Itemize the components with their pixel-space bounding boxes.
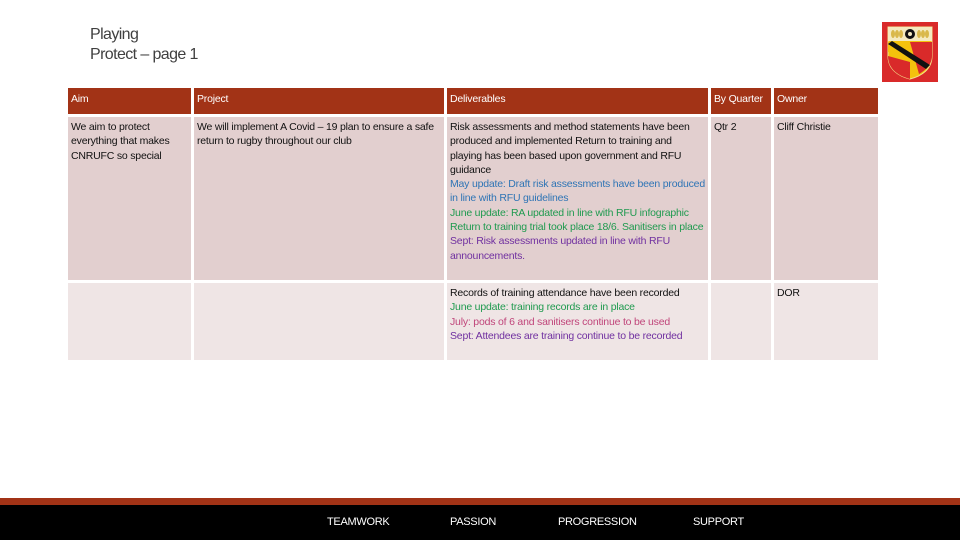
club-crest-logo — [882, 22, 938, 82]
cell-owner: Cliff Christie — [774, 117, 878, 280]
cell-aim — [68, 283, 191, 360]
cell-project — [194, 283, 444, 360]
footer-value-teamwork: TEAMWORK — [327, 516, 390, 528]
deliverable-status: Records of training attendance have been… — [450, 287, 680, 299]
deliverable-july-update: July: pods of 6 and sanitisers continue … — [450, 315, 670, 328]
table-row: Records of training attendance have been… — [68, 283, 878, 360]
deliverable-june-update: June update: RA updated in line with RFU… — [450, 206, 704, 234]
header-by-quarter: By Quarter — [711, 88, 771, 114]
deliverable-june-update: June update: training records are in pla… — [450, 301, 635, 314]
cell-owner: DOR — [774, 283, 878, 360]
footer-values-bar: TEAMWORK PASSION PROGRESSION SUPPORT — [0, 505, 960, 540]
table-header-row: Aim Project Deliverables By Quarter Owne… — [68, 88, 878, 114]
deliverable-status: Risk assessments and method statements h… — [450, 121, 690, 176]
footer-value-passion: PASSION — [450, 516, 496, 528]
deliverable-sept-update: Sept: Risk assessments updated in line w… — [450, 235, 670, 262]
header-aim: Aim — [68, 88, 191, 114]
header-owner: Owner — [774, 88, 878, 114]
slide-title-line-1: Playing — [90, 26, 139, 43]
table-row: We aim to protect everything that makes … — [68, 117, 878, 280]
deliverable-sept-update: Sept: Attendees are training continue to… — [450, 329, 683, 342]
header-project: Project — [194, 88, 444, 114]
footer-value-support: SUPPORT — [693, 516, 744, 528]
cell-by-quarter: Qtr 2 — [711, 117, 771, 280]
footer-accent-band — [0, 498, 960, 505]
footer-value-progression: PROGRESSION — [558, 516, 637, 528]
cell-project: We will implement A Covid – 19 plan to e… — [194, 117, 444, 280]
slide-title: Playing Protect – page 1 — [90, 25, 198, 65]
slide-title-line-2: Protect – page 1 — [90, 46, 198, 63]
cell-by-quarter — [711, 283, 771, 360]
deliverable-may-update: May update: Draft risk assessments have … — [450, 178, 705, 205]
cell-deliverables: Risk assessments and method statements h… — [447, 117, 708, 280]
cell-aim: We aim to protect everything that makes … — [68, 117, 191, 280]
header-deliverables: Deliverables — [447, 88, 708, 114]
cell-deliverables: Records of training attendance have been… — [447, 283, 708, 360]
plan-table: Aim Project Deliverables By Quarter Owne… — [65, 85, 881, 363]
